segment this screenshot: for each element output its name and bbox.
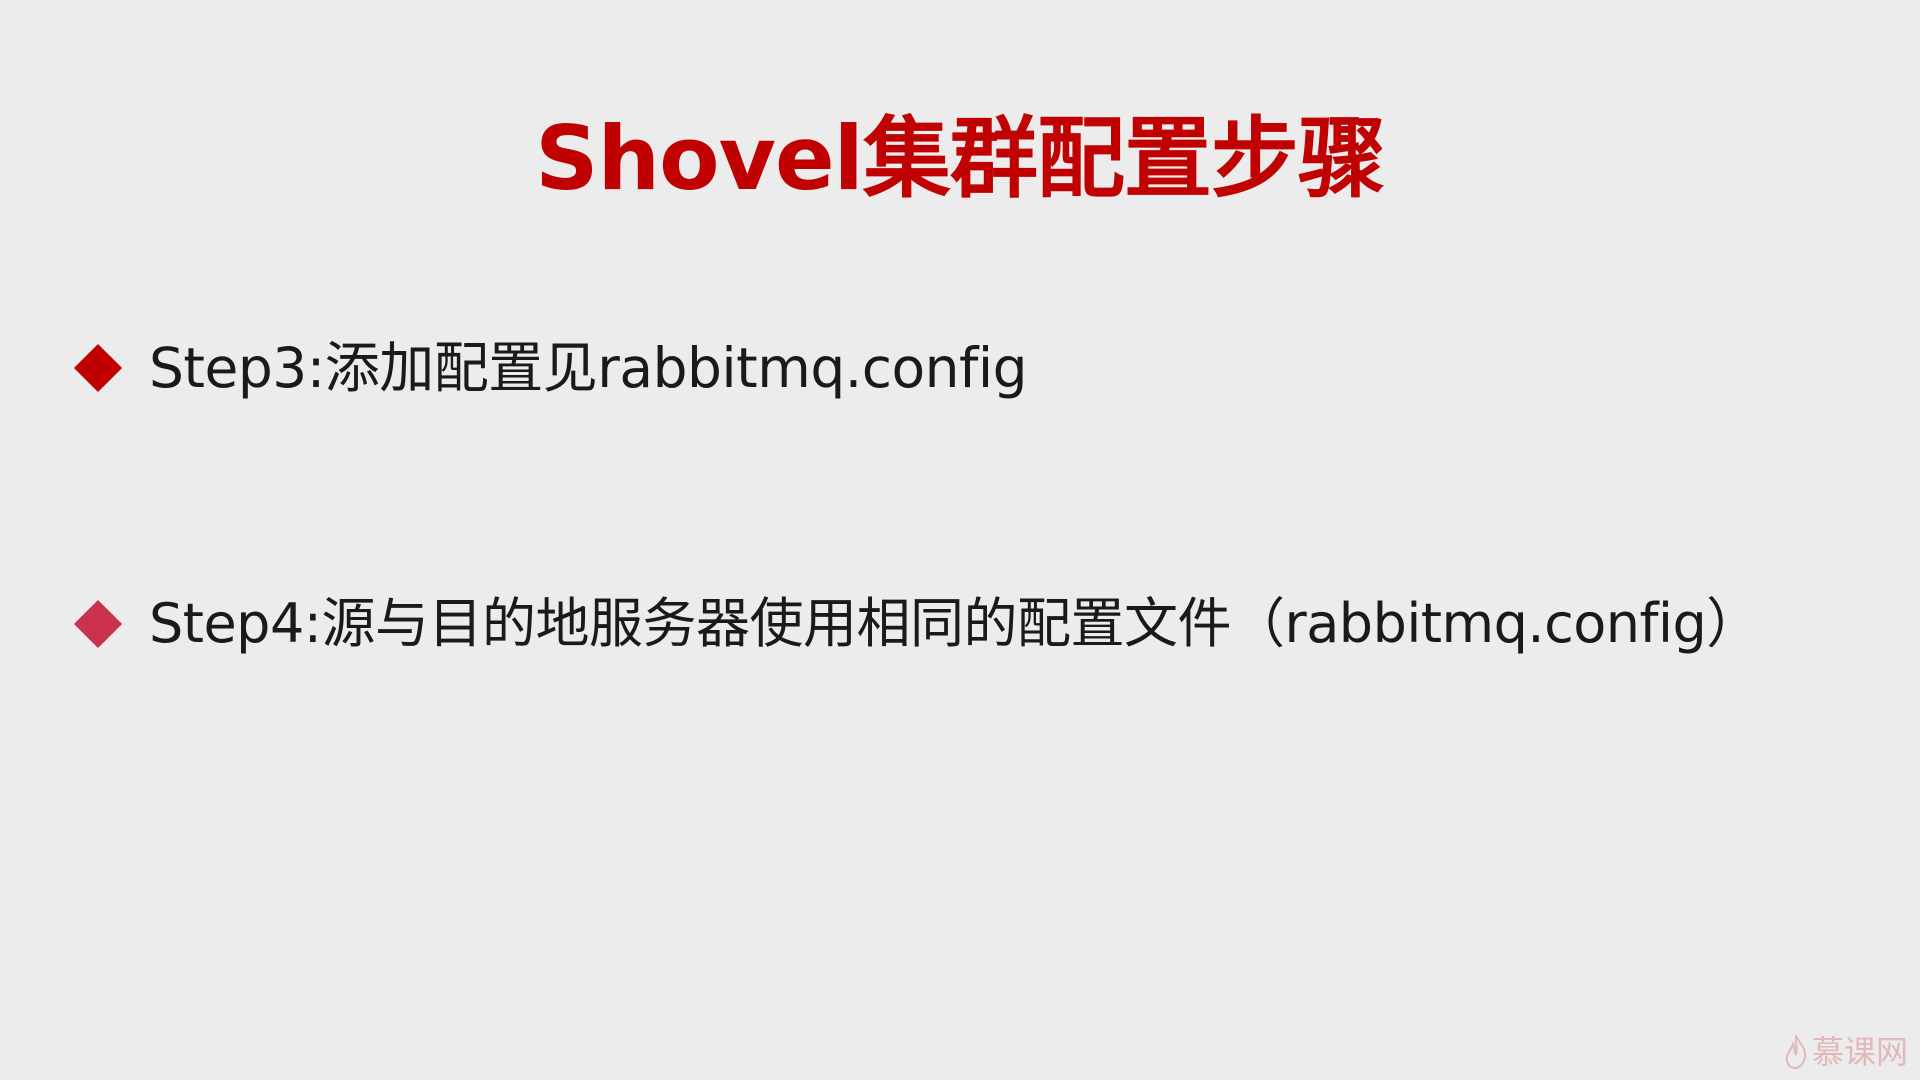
- flame-logo-icon: [1785, 1035, 1807, 1069]
- bullet-text: Step3:添加配置见rabbitmq.config: [149, 336, 1028, 400]
- watermark-text: 慕课网: [1811, 1033, 1908, 1071]
- slide: Shovel集群配置步骤 Step3:添加配置见rabbitmq.config …: [0, 0, 1920, 1080]
- bullet-text: Step4:源与目的地服务器使用相同的配置文件（rabbitmq.config）: [149, 592, 1760, 655]
- diamond-bullet-icon: [73, 343, 123, 393]
- bullet-item: Step4:源与目的地服务器使用相同的配置文件（rabbitmq.config）: [73, 584, 1760, 664]
- diamond-bullet-icon: [73, 599, 123, 649]
- bullet-item: Step3:添加配置见rabbitmq.config: [73, 328, 1028, 408]
- slide-title: Shovel集群配置步骤: [535, 107, 1386, 210]
- watermark: 慕课网: [1784, 1032, 1908, 1072]
